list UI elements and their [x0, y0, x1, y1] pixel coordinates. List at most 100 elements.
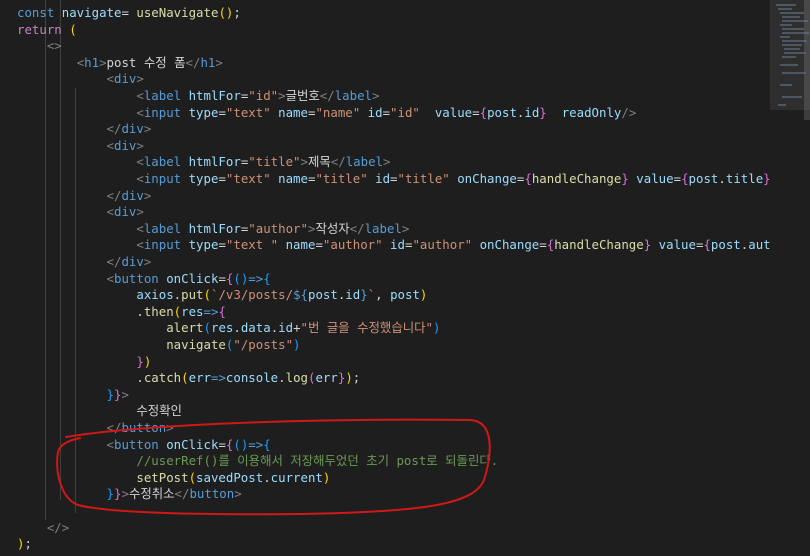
- code-token: <: [106, 137, 114, 153]
- scrollbar-thumb[interactable]: [804, 0, 810, 120]
- code-token: </: [174, 486, 190, 502]
- code-line[interactable]: <div>: [17, 138, 144, 155]
- minimap-line: [780, 24, 792, 26]
- code-token: =>: [248, 436, 264, 452]
- code-token: button: [114, 270, 167, 286]
- code-editor[interactable]: const navigate= useNavigate(); return ( <…: [0, 0, 770, 556]
- code-token: <: [106, 71, 114, 87]
- code-token: then: [143, 303, 174, 319]
- code-token: err: [188, 370, 211, 386]
- code-token: onClick: [166, 270, 219, 286]
- code-line[interactable]: <input type="text " name="author" id="au…: [17, 237, 770, 254]
- code-token: =: [382, 104, 391, 120]
- code-token: {: [263, 436, 271, 452]
- code-line[interactable]: <div>: [17, 204, 144, 221]
- code-token: post: [710, 237, 741, 253]
- code-token: button: [114, 436, 167, 452]
- code-token: res: [210, 320, 234, 336]
- code-token: 수정취소: [128, 486, 175, 502]
- code-token: "/posts": [233, 337, 294, 352]
- code-token: >: [278, 88, 286, 103]
- code-token: (: [203, 287, 211, 303]
- code-line[interactable]: </div>: [17, 187, 152, 205]
- code-token: ): [432, 320, 441, 336]
- code-token: >: [121, 486, 129, 502]
- code-token: htmlFor: [188, 220, 241, 236]
- code-token: "author": [248, 220, 308, 236]
- code-token: savedPost: [196, 469, 264, 485]
- code-token: onChange: [457, 171, 517, 186]
- code-line[interactable]: 수정확인: [17, 403, 182, 420]
- minimap-line: [782, 44, 802, 46]
- code-token: catch: [143, 370, 182, 386]
- code-token: ): [143, 353, 152, 369]
- minimap-line: [780, 12, 804, 14]
- code-line[interactable]: .then(res=>{: [17, 304, 226, 321]
- code-line[interactable]: <label htmlFor="author">작성자</label>: [17, 221, 409, 238]
- code-line[interactable]: navigate("/posts"): [17, 337, 300, 354]
- minimap-line: [780, 84, 792, 86]
- code-token: {: [479, 104, 488, 120]
- code-token: </: [319, 88, 335, 103]
- code-line[interactable]: //userRef()를 이용해서 저장해두었던 초기 post로 되돌린다.: [17, 453, 498, 470]
- code-token: >: [143, 121, 152, 137]
- code-token: htmlFor: [188, 88, 241, 103]
- code-line[interactable]: <input type="text" name="name" id="id" v…: [17, 105, 636, 122]
- code-token: ): [322, 469, 331, 485]
- code-token: name: [278, 104, 308, 120]
- code-token: </: [106, 254, 122, 269]
- code-token: handleChange: [554, 237, 644, 253]
- code-line[interactable]: }): [17, 354, 151, 371]
- vertical-scrollbar[interactable]: [804, 0, 810, 556]
- code-line[interactable]: alert(res.data.id+"번 글을 수정했습니다"): [17, 320, 440, 337]
- code-token: >: [99, 54, 107, 70]
- code-token: .: [263, 469, 271, 485]
- code-token: label: [143, 154, 189, 170]
- code-token: onClick: [166, 436, 219, 452]
- code-token: value: [434, 104, 473, 120]
- code-token: navigate: [61, 5, 122, 20]
- code-line[interactable]: return (: [17, 22, 77, 39]
- minimap-line: [784, 52, 806, 54]
- code-line[interactable]: </button>: [17, 420, 174, 437]
- code-line[interactable]: <>: [17, 38, 62, 55]
- code-line[interactable]: </div>: [17, 254, 152, 271]
- code-line[interactable]: <label htmlFor="id">글번호</label>: [17, 88, 379, 105]
- code-token: id: [278, 320, 294, 336]
- code-line[interactable]: );: [17, 536, 32, 553]
- code-token: .: [233, 320, 241, 336]
- code-line[interactable]: }}>수정취소</button>: [17, 486, 242, 503]
- code-line[interactable]: <button onClick={()=>{: [17, 271, 271, 288]
- code-line[interactable]: </div>: [17, 121, 152, 138]
- code-token: name: [278, 171, 308, 186]
- code-line[interactable]: const navigate= useNavigate();: [17, 5, 241, 22]
- code-line[interactable]: </>: [17, 520, 69, 537]
- code-line[interactable]: <div>: [17, 71, 144, 88]
- code-token: .: [136, 303, 144, 319]
- code-line[interactable]: <h1>post 수정 폼</h1>: [17, 55, 223, 72]
- code-line[interactable]: axios.put(`/v3/posts/${post.id}`, post): [17, 287, 427, 304]
- code-line[interactable]: }}>: [17, 387, 129, 404]
- code-line[interactable]: setPost(savedPost.current): [17, 470, 330, 487]
- code-token: h1: [200, 54, 216, 70]
- code-line[interactable]: <label htmlFor="title">제목</label>: [17, 154, 390, 171]
- code-token: div: [121, 254, 144, 269]
- code-token: (: [181, 370, 189, 386]
- code-line[interactable]: <button onClick={()=>{: [17, 437, 271, 454]
- code-token: <: [106, 270, 114, 286]
- code-token: ${: [293, 287, 308, 303]
- code-line[interactable]: .catch(err=>console.log(err});: [17, 370, 360, 387]
- code-line[interactable]: <input type="text" name="title" id="titl…: [17, 171, 770, 188]
- code-token: div: [121, 187, 144, 203]
- code-token: }: [360, 287, 368, 303]
